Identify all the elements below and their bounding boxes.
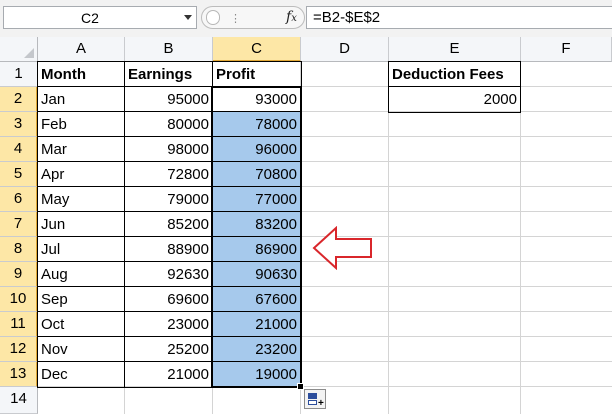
name-box[interactable]: C2 [3, 6, 197, 29]
column-header-a[interactable]: A [38, 37, 125, 62]
fx-icon[interactable]: fx [286, 9, 297, 25]
cell-profit[interactable]: 70800 [213, 162, 301, 187]
row-header[interactable]: 7 [0, 212, 38, 237]
cell-earnings[interactable]: 79000 [125, 187, 213, 212]
cell-month[interactable]: Jul [38, 237, 125, 262]
cell-earnings[interactable]: 95000 [125, 87, 213, 112]
cell-month[interactable]: Jun [38, 212, 125, 237]
cell-month[interactable]: Mar [38, 137, 125, 162]
name-box-value: C2 [81, 10, 99, 26]
cell-profit[interactable]: 21000 [213, 312, 301, 337]
row-header[interactable]: 3 [0, 112, 38, 137]
cell-month[interactable]: Oct [38, 312, 125, 337]
cell-month[interactable]: May [38, 187, 125, 212]
row-header[interactable]: 12 [0, 337, 38, 362]
auto-fill-options-icon-part [308, 400, 317, 405]
auto-fill-options-icon [308, 393, 317, 399]
cell-earnings[interactable]: 98000 [125, 137, 213, 162]
cell-earnings[interactable]: 25200 [125, 337, 213, 362]
row-header[interactable]: 10 [0, 287, 38, 312]
row-header[interactable]: 1 [0, 62, 38, 87]
row-header[interactable]: 14 [0, 387, 38, 414]
cell-profit[interactable]: 19000 [213, 362, 301, 387]
formula-bar-splitter-icon[interactable]: ⋮ [230, 12, 241, 25]
select-all-corner[interactable] [0, 37, 38, 62]
fill-handle[interactable] [297, 383, 304, 390]
row-header[interactable]: 4 [0, 137, 38, 162]
cell-profit[interactable]: 90630 [213, 262, 301, 287]
row-header[interactable]: 9 [0, 262, 38, 287]
cell-month[interactable]: Nov [38, 337, 125, 362]
name-box-dropdown-icon[interactable] [184, 15, 192, 20]
cell-e1[interactable]: Deduction Fees [389, 62, 521, 87]
cell-profit[interactable]: 96000 [213, 137, 301, 162]
cell-earnings[interactable]: 72800 [125, 162, 213, 187]
cell-profit[interactable]: 67600 [213, 287, 301, 312]
column-header-f[interactable]: F [521, 37, 612, 62]
row-header[interactable]: 13 [0, 362, 38, 387]
row-header[interactable]: 5 [0, 162, 38, 187]
cell-earnings[interactable]: 85200 [125, 212, 213, 237]
cell-month[interactable]: Dec [38, 362, 125, 387]
cell-profit[interactable]: 78000 [213, 112, 301, 137]
formula-bar-grip-icon[interactable] [206, 10, 220, 25]
cell-profit[interactable]: 23200 [213, 337, 301, 362]
cell-profit[interactable]: 83200 [213, 212, 301, 237]
row-header[interactable]: 2 [0, 87, 38, 112]
formula-controls: ⋮ fx [201, 6, 305, 29]
row-header[interactable]: 6 [0, 187, 38, 212]
cell-c1[interactable]: Profit [213, 62, 301, 87]
cell-month[interactable]: Apr [38, 162, 125, 187]
row-header[interactable]: 8 [0, 237, 38, 262]
column-header-d[interactable]: D [301, 37, 389, 62]
formula-input[interactable]: =B2-$E$2 [306, 6, 612, 29]
cell-e2[interactable]: 2000 [389, 87, 521, 112]
cell-month[interactable]: Sep [38, 287, 125, 312]
red-left-arrow-icon [312, 226, 372, 270]
auto-fill-options-button[interactable]: + [304, 389, 326, 409]
cell-profit[interactable]: 93000 [213, 87, 301, 112]
cell-earnings[interactable]: 88900 [125, 237, 213, 262]
cell-month[interactable]: Feb [38, 112, 125, 137]
cell-earnings[interactable]: 23000 [125, 312, 213, 337]
cell-earnings[interactable]: 69600 [125, 287, 213, 312]
row-header[interactable]: 11 [0, 312, 38, 337]
cell-month[interactable]: Aug [38, 262, 125, 287]
cell-b1[interactable]: Earnings [125, 62, 213, 87]
cell-a1[interactable]: Month [38, 62, 125, 87]
cell-earnings[interactable]: 80000 [125, 112, 213, 137]
cell-month[interactable]: Jan [38, 87, 125, 112]
column-header-c[interactable]: C [213, 37, 301, 62]
cell-earnings[interactable]: 21000 [125, 362, 213, 387]
auto-fill-plus-icon: + [318, 398, 324, 409]
column-header-b[interactable]: B [125, 37, 213, 62]
cell-profit[interactable]: 77000 [213, 187, 301, 212]
column-header-e[interactable]: E [389, 37, 521, 62]
cell-earnings[interactable]: 92630 [125, 262, 213, 287]
formula-bar: C2 ⋮ fx =B2-$E$2 [0, 0, 612, 38]
cell-profit[interactable]: 86900 [213, 237, 301, 262]
select-all-icon [24, 48, 34, 58]
